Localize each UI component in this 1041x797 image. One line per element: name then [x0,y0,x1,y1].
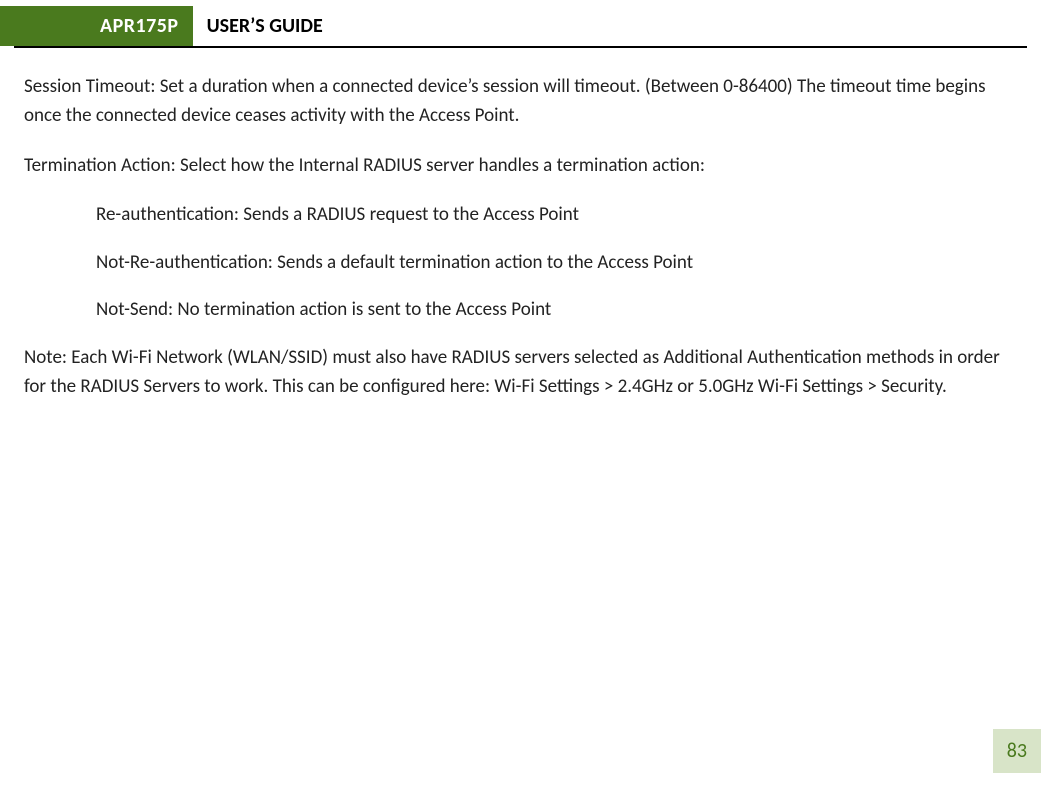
document-body: Session Timeout: Set a duration when a c… [0,48,1041,402]
session-timeout-paragraph: Session Timeout: Set a duration when a c… [24,72,1017,131]
termination-action-intro: Termination Action: Select how the Inter… [24,151,1017,180]
product-badge: APR175P [0,6,193,46]
document-header: APR175P USER’S GUIDE [14,6,1027,48]
note-paragraph: Note: Each Wi-Fi Network (WLAN/SSID) mus… [24,343,1017,402]
termination-option-not-reauth: Not-Re-authentication: Sends a default t… [96,248,1017,277]
page-number: 83 [993,729,1041,773]
document-title: USER’S GUIDE [193,6,337,46]
termination-option-reauth: Re-authentication: Sends a RADIUS reques… [96,200,1017,229]
termination-option-not-send: Not-Send: No termination action is sent … [96,295,1017,324]
